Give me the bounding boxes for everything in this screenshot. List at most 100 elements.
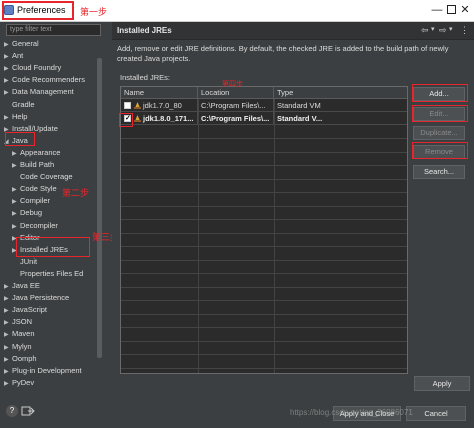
expand-toggle-icon[interactable]: ▶	[4, 378, 12, 390]
sidebar-vertical-scrollbar[interactable]	[96, 38, 103, 406]
duplicate-button[interactable]: Duplicate...	[413, 126, 465, 140]
sidebar-item-label: Java EE	[12, 281, 40, 290]
more-options-icon[interactable]: ⋮	[460, 25, 469, 36]
table-gridline	[121, 286, 407, 288]
close-window-button[interactable]: ✕	[458, 3, 472, 17]
annotation-highlight-remove	[412, 142, 468, 159]
cell-type: Standard V...	[277, 114, 323, 123]
sidebar-item-debug[interactable]: ▶ Debug	[12, 207, 42, 219]
table-gridline	[121, 138, 407, 139]
filter-input[interactable]: type filter text	[6, 24, 101, 36]
maximize-button[interactable]	[444, 3, 458, 17]
sidebar-item-label: Help	[12, 111, 28, 121]
panel-title: Installed JREs	[117, 26, 172, 35]
sidebar-item-label: PyDev	[12, 377, 35, 387]
cell-type: Standard VM	[277, 101, 321, 110]
sidebar-item-code-coverage[interactable]: Code Coverage	[12, 171, 73, 183]
table-gridline	[121, 354, 407, 355]
annotation-highlight-installed-jres	[16, 237, 90, 257]
annotation-step4: 第四步	[222, 80, 243, 88]
installed-jres-panel: Installed JREs ⇦ ▾ ⇨ ▾ ⋮ Add, remove or …	[112, 22, 474, 428]
jre-table[interactable]: Name Location Type jdk1.7.0_80 C:\Program…	[120, 86, 408, 374]
jre-name: jdk1.7.0_80	[143, 101, 182, 110]
sidebar-item-label: JUnit	[20, 256, 38, 266]
sidebar-item-mylyn[interactable]: ▶ Mylyn	[4, 341, 32, 353]
sidebar-item-appearance[interactable]: ▶ Appearance	[12, 147, 60, 159]
sidebar-item-properties-files-ed[interactable]: Properties Files Ed	[12, 268, 83, 280]
sidebar-item-cloud-foundry[interactable]: ▶ Cloud Foundry	[4, 62, 61, 74]
sidebar-item-java-ee[interactable]: ▶ Java EE	[4, 280, 40, 292]
jre-name: jdk1.8.0_171...	[143, 114, 194, 123]
sidebar-item-label: Code Style	[20, 184, 57, 194]
sidebar-item-code-style[interactable]: ▶ Code Style	[12, 183, 57, 195]
table-gridline	[121, 219, 407, 220]
sidebar-item-pydev[interactable]: ▶ PyDev	[4, 377, 34, 389]
annotation-highlight-java	[5, 132, 35, 146]
table-gridline	[121, 273, 407, 274]
sidebar-item-data-management[interactable]: ▶ Data Management	[4, 86, 74, 98]
forward-menu-icon[interactable]: ▾	[449, 25, 453, 33]
search-button[interactable]: Search...	[413, 165, 465, 179]
table-gridline	[121, 192, 407, 193]
jre-library-icon	[134, 115, 141, 123]
minimize-icon: —	[431, 4, 443, 16]
apply-button[interactable]: Apply	[414, 376, 470, 391]
import-export-icon[interactable]	[21, 405, 35, 417]
cancel-button[interactable]: Cancel	[406, 406, 466, 421]
table-column-divider	[198, 99, 199, 373]
panel-header: Installed JREs ⇦ ▾ ⇨ ▾ ⋮	[112, 22, 474, 40]
table-gridline	[121, 259, 407, 261]
sidebar-item-javascript[interactable]: ▶ JavaScript	[4, 304, 47, 316]
sidebar-item-junit[interactable]: JUnit	[12, 256, 37, 268]
sidebar-item-ant[interactable]: ▶ Ant	[4, 50, 23, 62]
sidebar-item-label: Cloud Foundry	[12, 63, 62, 73]
sidebar-item-maven[interactable]: ▶ Maven	[4, 328, 35, 340]
back-menu-icon[interactable]: ▾	[431, 25, 435, 33]
jre-library-icon	[134, 102, 141, 110]
forward-arrow-icon[interactable]: ⇨	[439, 25, 447, 36]
sidebar-item-help[interactable]: ▶ Help	[4, 111, 27, 123]
sidebar-item-decompiler[interactable]: ▶ Decompiler	[12, 220, 58, 232]
cell-name: jdk1.7.0_80	[121, 99, 198, 112]
sidebar-item-build-path[interactable]: ▶ Build Path	[12, 159, 54, 171]
back-arrow-icon[interactable]: ⇦	[421, 25, 429, 36]
table-gridline	[121, 313, 407, 315]
sidebar-item-label: Maven	[12, 329, 35, 339]
jre-checkbox[interactable]	[124, 101, 131, 109]
table-row[interactable]: ✓ jdk1.8.0_171... C:\Program Files\... Stan…	[121, 112, 407, 125]
scrollbar-thumb[interactable]	[97, 58, 102, 358]
preferences-tree: ▶ General ▶ Ant ▶ Cloud Foundry ▶ Code Recommen…	[0, 38, 96, 406]
column-header-type[interactable]: Type	[274, 87, 407, 99]
sidebar-item-label: General	[12, 39, 39, 48]
sidebar-item-label: Ant	[12, 51, 24, 61]
annotation-highlight-add	[412, 84, 468, 102]
help-icon[interactable]: ?	[6, 405, 18, 417]
table-gridline	[121, 178, 407, 180]
minimize-button[interactable]: —	[430, 3, 444, 17]
table-gridline	[121, 205, 407, 207]
sidebar-item-label: Mylyn	[12, 341, 32, 351]
sidebar-item-general[interactable]: ▶ General	[4, 38, 39, 50]
table-gridline	[121, 151, 407, 153]
sidebar-item-oomph[interactable]: ▶ Oomph	[4, 353, 37, 365]
column-header-name[interactable]: Name	[121, 87, 198, 99]
maximize-icon	[446, 5, 456, 14]
sidebar-item-label: Compiler	[20, 196, 51, 206]
window-titlebar: Preferences 第一步 — ✕	[0, 0, 474, 22]
sidebar-item-json[interactable]: ▶ JSON	[4, 316, 32, 328]
sidebar-item-label: Data Management	[12, 87, 74, 97]
sidebar-item-label: JavaScript	[12, 305, 48, 315]
annotation-step1: 第一步	[80, 8, 108, 18]
installed-jres-label: Installed JREs:	[120, 73, 171, 82]
sidebar-item-label: JSON	[12, 317, 33, 327]
sidebar-item-java-persistence[interactable]: ▶ Java Persistence	[4, 292, 69, 304]
sidebar-item-compiler[interactable]: ▶ Compiler	[12, 195, 50, 207]
sidebar-item-gradle[interactable]: Gradle	[4, 99, 35, 111]
sidebar-item-plug-in-development[interactable]: ▶ Plug-in Development	[4, 365, 82, 377]
table-gridline	[121, 327, 407, 328]
table-gridline	[121, 232, 407, 234]
table-row[interactable]: jdk1.7.0_80 C:\Program Files\... Standard …	[121, 99, 407, 112]
sidebar-item-code-recommenders[interactable]: ▶ Code Recommenders	[4, 74, 85, 86]
annotation-highlight-checkbox	[119, 113, 133, 127]
annotation-step2: 第二步	[62, 189, 90, 199]
